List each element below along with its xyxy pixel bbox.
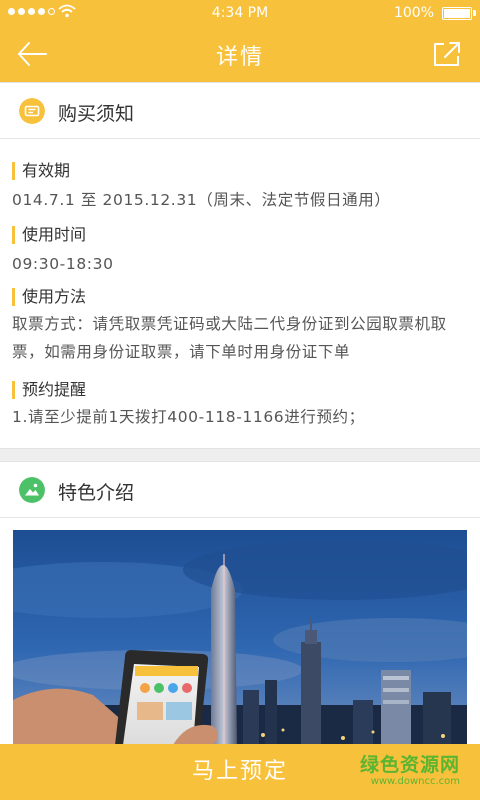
notice-card-title: 购买须知	[58, 103, 135, 125]
feature-card-header: 特色介绍	[0, 462, 480, 518]
feature-card-title: 特色介绍	[58, 482, 135, 504]
bottom-bar: 马上预定 绿色资源网 www.downcc.com	[0, 744, 480, 800]
section-body: 09:30-18:30	[12, 255, 114, 273]
share-icon[interactable]	[432, 40, 462, 68]
city-skyline-photo	[13, 530, 467, 745]
section-validity: 有效期 014.7.1 至 2015.12.31（周末、法定节假日通用）	[12, 162, 472, 214]
notice-card-header: 购买须知	[0, 83, 480, 139]
watermark-logo: 绿色资源网 www.downcc.com	[360, 750, 460, 787]
battery-icon	[442, 7, 472, 20]
section-body: 1.请至少提前1天拨打400-118-1166进行预约；	[12, 408, 365, 426]
battery-cap	[473, 10, 476, 16]
section-body: 014.7.1 至 2015.12.31（周末、法定节假日通用）	[12, 191, 391, 209]
section-label: 使用方法	[12, 288, 472, 306]
notice-card: 购买须知 有效期 014.7.1 至 2015.12.31（周末、法定节假日通用…	[0, 82, 480, 449]
status-bar: 4:34 PM 100%	[0, 0, 480, 26]
section-hours: 使用时间 09:30-18:30	[12, 226, 472, 278]
section-body: 取票方式：请凭取票凭证码或大陆二代身份证到公园取票机取票，如需用身份证取票，请下…	[12, 315, 447, 361]
header: 4:34 PM 100% 详情	[0, 0, 480, 82]
watermark-url: www.downcc.com	[370, 776, 460, 787]
section-usage: 使用方法 取票方式：请凭取票凭证码或大陆二代身份证到公园取票机取票，如需用身份证…	[12, 288, 472, 366]
ticket-icon	[19, 98, 45, 124]
battery-percent: 100%	[393, 5, 434, 21]
image-icon	[19, 477, 45, 503]
section-label: 使用时间	[12, 226, 472, 244]
section-reservation: 预约提醒 1.请至少提前1天拨打400-118-1166进行预约；	[12, 381, 472, 431]
watermark-text: 绿色资源网	[359, 754, 460, 776]
section-label: 有效期	[12, 162, 472, 180]
section-label: 预约提醒	[12, 381, 472, 399]
page-title: 详情	[215, 45, 264, 70]
nav-bar: 详情	[0, 26, 480, 82]
